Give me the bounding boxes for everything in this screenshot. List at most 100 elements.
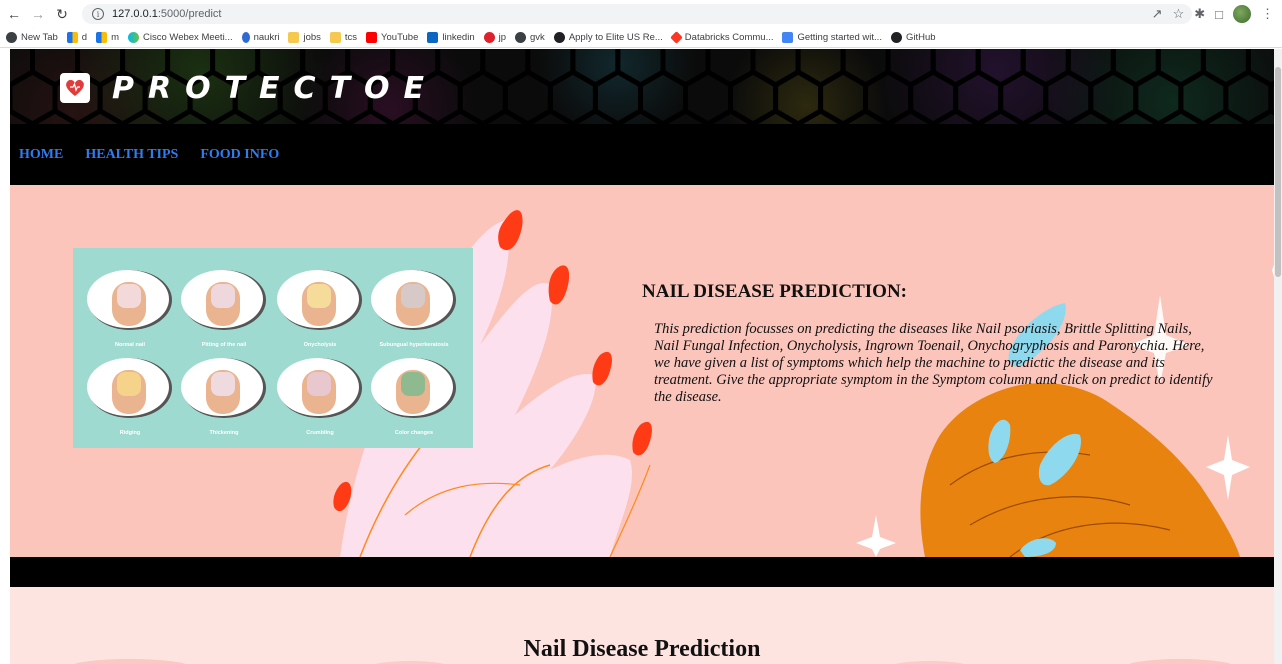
bookmark-label: d (81, 32, 88, 43)
youtube-icon (366, 32, 378, 43)
databricks-icon (669, 31, 683, 44)
bookmark-label: Getting started wit... (797, 32, 882, 43)
header-banner: PROTECTOE (10, 49, 1274, 124)
bookmark-item[interactable]: Cisco Webex Meeti... (128, 32, 233, 43)
brand[interactable]: PROTECTOE (60, 70, 439, 106)
nail-condition-item: Thickening (179, 352, 269, 442)
bookmark-label: Databricks Commu... (684, 32, 774, 43)
bookmark-item[interactable]: naukri (241, 32, 280, 43)
globe-icon (6, 32, 17, 43)
hero-description: This prediction focusses on predicting t… (654, 321, 1213, 405)
nail-condition-item: Pitting of the nail (179, 264, 269, 354)
info-icon[interactable]: i (92, 8, 104, 20)
sidepanel-icon[interactable]: □ (1215, 7, 1223, 22)
meet-icon (66, 32, 78, 43)
bookmark-label: New Tab (21, 32, 58, 43)
finger-nail-icon (277, 358, 362, 418)
bookmark-label: jobs (303, 32, 321, 43)
bookmark-label: naukri (253, 32, 280, 43)
bookmarks-bar: New Tab d m Cisco Webex Meeti... naukri jobs t… (0, 28, 1282, 48)
bookmark-label: tcs (344, 32, 358, 43)
nail-condition-caption: Crumbling (306, 430, 334, 436)
browser-toolbar: ← → ↻ i 127.0.0.1:5000/predict ↗ ☆ ✱ □ ⋮ (0, 0, 1282, 28)
docs-icon (782, 32, 794, 43)
bookmark-item[interactable]: Getting started wit... (782, 32, 882, 43)
bookmark-item[interactable]: jobs (288, 32, 321, 43)
extensions-icon[interactable]: ✱ (1194, 6, 1205, 22)
folder-icon (329, 32, 341, 43)
prediction-section: Nail Disease Prediction (10, 587, 1274, 664)
bookmark-label: YouTube (381, 32, 419, 43)
folder-icon (288, 32, 300, 43)
menu-icon[interactable]: ⋮ (1261, 6, 1274, 22)
finger-nail-icon (371, 270, 456, 330)
nail-condition-item: Normal nail (85, 264, 175, 354)
nail-condition-caption: Normal nail (115, 342, 145, 348)
page-scrollbar[interactable] (1274, 49, 1282, 664)
nail-condition-item: Color changes (369, 352, 459, 442)
bookmark-label: linkedin (442, 32, 475, 43)
bookmark-item[interactable]: YouTube (366, 32, 418, 43)
nail-condition-item: Subungual hyperkeratosis (369, 264, 459, 354)
bookmark-item[interactable]: Apply to Elite US Re... (553, 32, 663, 43)
back-arrow-icon[interactable]: ← (4, 4, 24, 24)
nail-condition-caption: Subungual hyperkeratosis (379, 342, 449, 348)
globe-icon (515, 32, 527, 43)
hero-text-block: NAIL DISEASE PREDICTION: This prediction… (642, 281, 1217, 406)
hero-section: Normal nail Pitting of the nail Onycholysi… (10, 185, 1274, 557)
scrollbar-thumb[interactable] (1275, 67, 1281, 277)
finger-nail-icon (277, 270, 362, 330)
nav-home[interactable]: HOME (19, 147, 63, 163)
nail-condition-caption: Ridging (119, 430, 141, 436)
url-path: :5000/predict (157, 8, 222, 20)
nail-condition-caption: Thickening (209, 430, 239, 436)
finger-nail-icon (87, 358, 172, 418)
bookmark-label: gvk (530, 32, 545, 43)
bookmark-item[interactable]: Databricks Commu... (669, 31, 774, 44)
bookmark-item[interactable]: gvk (515, 32, 545, 43)
address-bar[interactable]: i 127.0.0.1:5000/predict (82, 4, 1192, 24)
bookmark-label: jp (498, 32, 507, 43)
share-icon[interactable]: ↗ (1152, 6, 1163, 22)
forward-arrow-icon[interactable]: → (28, 4, 48, 24)
nail-conditions-image: Normal nail Pitting of the nail Onycholysi… (73, 248, 473, 448)
github-icon (890, 32, 902, 43)
meet-icon (96, 32, 108, 43)
heart-logo-icon (60, 73, 90, 103)
bookmark-item[interactable]: New Tab (6, 32, 58, 43)
reload-icon[interactable]: ↻ (52, 4, 72, 24)
nail-condition-item: Ridging (85, 352, 175, 442)
hero-title: NAIL DISEASE PREDICTION: (642, 281, 908, 302)
webex-icon (128, 32, 140, 43)
bookmark-item[interactable]: m (96, 32, 119, 43)
page-viewport: PROTECTOE HOME HEALTH TIPS FOOD INFO Nor… (10, 49, 1274, 664)
url-host: 127.0.0.1 (112, 8, 158, 20)
opera-icon (483, 32, 495, 43)
bookmark-item[interactable]: GitHub (890, 32, 936, 43)
finger-nail-icon (87, 270, 172, 330)
nail-condition-caption: Pitting of the nail (201, 342, 247, 348)
main-navbar: HOME HEALTH TIPS FOOD INFO (10, 124, 1274, 185)
section-divider (10, 557, 1274, 587)
linkedin-icon (427, 32, 439, 43)
star-icon[interactable]: ☆ (1173, 6, 1185, 22)
elite-icon (553, 32, 565, 43)
finger-nail-icon (181, 270, 266, 330)
bookmark-label: Cisco Webex Meeti... (143, 32, 233, 43)
brand-name: PROTECTOE (112, 70, 439, 106)
nail-condition-caption: Color changes (394, 430, 434, 436)
naukri-icon (241, 32, 250, 43)
profile-avatar[interactable] (1233, 5, 1251, 23)
prediction-heading: Nail Disease Prediction (523, 636, 761, 662)
bookmark-label: Apply to Elite US Re... (568, 32, 663, 43)
bookmark-item[interactable]: d (66, 32, 88, 43)
bookmark-item[interactable]: linkedin (427, 32, 475, 43)
nail-condition-caption: Onycholysis (303, 342, 337, 348)
bookmark-item[interactable]: jp (483, 32, 507, 43)
bookmark-item[interactable]: tcs (329, 32, 358, 43)
finger-nail-icon (371, 358, 456, 418)
nail-condition-item: Crumbling (275, 352, 365, 442)
nav-health-tips[interactable]: HEALTH TIPS (85, 147, 178, 163)
finger-nail-icon (181, 358, 266, 418)
nav-food-info[interactable]: FOOD INFO (200, 147, 279, 163)
